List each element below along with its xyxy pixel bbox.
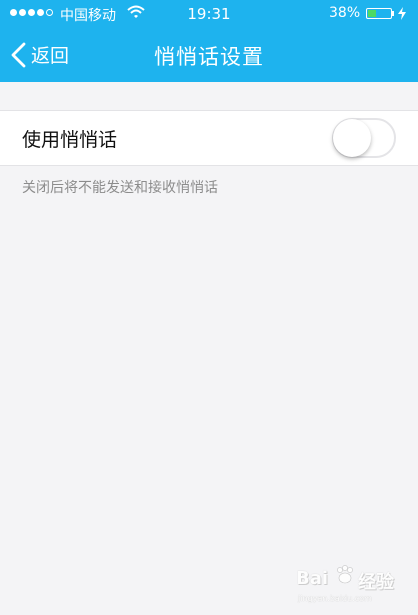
toggle-knob bbox=[333, 119, 371, 157]
watermark-brand-right: 经验 bbox=[358, 572, 394, 593]
charging-bolt-icon bbox=[398, 7, 406, 24]
watermark-brand-left: Bai bbox=[296, 568, 329, 589]
paw-icon bbox=[334, 564, 356, 590]
whisper-setting-label: 使用悄悄话 bbox=[22, 129, 118, 151]
whisper-setting-row: 使用悄悄话 bbox=[0, 110, 418, 166]
battery-level bbox=[368, 10, 376, 17]
whisper-toggle[interactable] bbox=[332, 118, 396, 158]
battery-tip bbox=[392, 11, 394, 16]
whisper-hint-text: 关闭后将不能发送和接收悄悄话 bbox=[22, 180, 218, 196]
nav-bar: 返回 悄悄话设置 bbox=[0, 28, 418, 82]
header: 中国移动 19:31 38% 返回 悄悄话设置 bbox=[0, 0, 418, 82]
page-title: 悄悄话设置 bbox=[154, 45, 264, 69]
battery-icon bbox=[366, 8, 392, 19]
status-bar: 中国移动 19:31 38% bbox=[0, 0, 418, 28]
watermark-url: jingyan.baidu.com bbox=[298, 594, 372, 603]
battery-percent: 38% bbox=[329, 5, 361, 21]
baidu-jingyan-watermark: Bai 经验 jingyan.baidu.com bbox=[296, 560, 406, 608]
